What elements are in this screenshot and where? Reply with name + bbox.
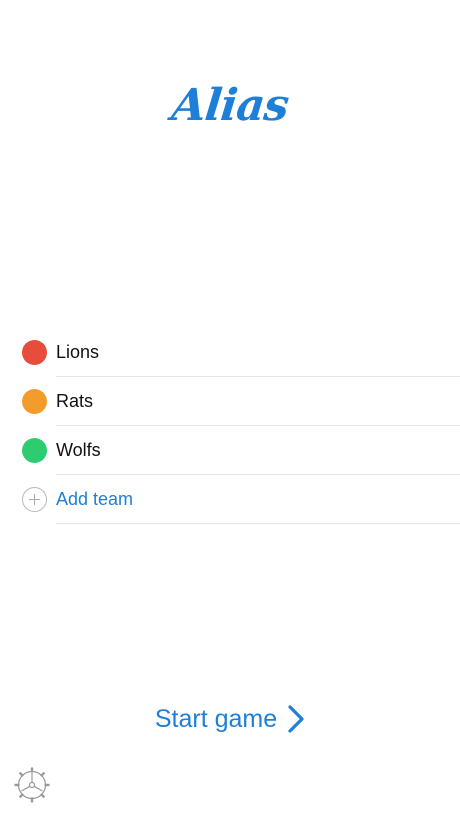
gear-icon[interactable] [14, 767, 50, 803]
add-team-label: Add team [56, 489, 134, 509]
app-screen: Alias Lions Rats Wolfs Add team Start ga… [0, 0, 460, 818]
team-color-dot [22, 340, 47, 365]
row-divider [56, 523, 460, 524]
team-row-wolfs[interactable]: Wolfs [0, 426, 460, 475]
plus-circle-icon [22, 487, 47, 512]
chevron-right-icon [288, 705, 304, 733]
team-color-dot [22, 389, 47, 414]
team-list: Lions Rats Wolfs Add team [0, 328, 460, 524]
team-color-dot [22, 438, 47, 463]
team-name: Rats [56, 391, 94, 411]
app-logo: Alias [169, 80, 291, 131]
add-team-button[interactable]: Add team [0, 475, 460, 524]
start-game-button[interactable]: Start game [0, 704, 460, 734]
team-row-lions[interactable]: Lions [0, 328, 460, 377]
team-name: Wolfs [56, 440, 101, 460]
team-name: Lions [56, 342, 100, 362]
start-game-label: Start game [154, 704, 278, 733]
team-row-rats[interactable]: Rats [0, 377, 460, 426]
